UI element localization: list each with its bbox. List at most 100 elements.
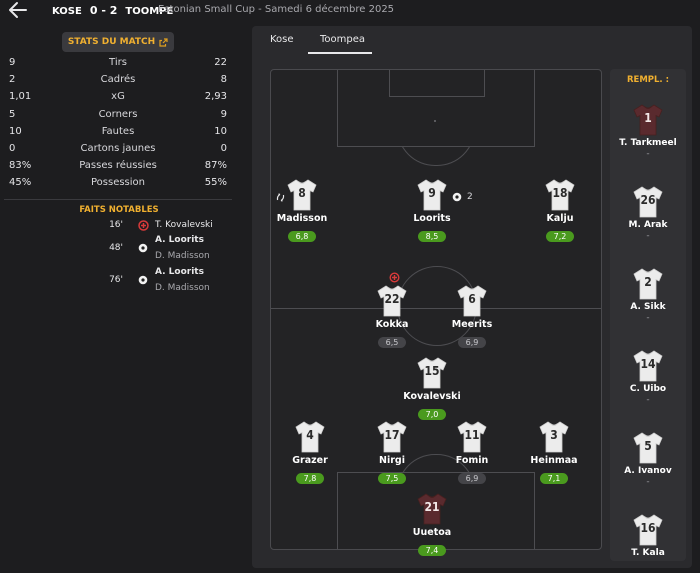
stat-away-value: 87% <box>204 160 227 172</box>
substitute-name: T. Kala <box>631 548 665 558</box>
shirt-number: 18 <box>552 186 568 200</box>
shirt-icon: 4 <box>293 420 327 454</box>
penalty-spot-top <box>434 120 436 122</box>
stat-label: Passes réussies <box>79 160 157 172</box>
arrow-left-icon <box>9 2 27 18</box>
injury-icon <box>138 220 149 234</box>
goals-count: 2 <box>467 192 473 202</box>
shirt-icon: 22 <box>375 284 409 318</box>
substitute-card[interactable]: 26 M. Arak - <box>610 185 686 241</box>
shirt-number: 21 <box>424 500 440 514</box>
player-card[interactable]: 3 Heinmaa 7,1 <box>514 420 594 485</box>
player-card[interactable]: 22 Kokka 6,5 <box>352 284 432 349</box>
shirt-number: 4 <box>306 428 314 442</box>
player-name: Kokka <box>375 319 409 330</box>
player-name: Heinmaa <box>530 455 578 466</box>
ball-icon <box>452 192 462 205</box>
tab-kose[interactable]: Kose <box>270 34 294 45</box>
active-tab-indicator <box>308 52 372 54</box>
player-rating: 7,4 <box>418 545 446 556</box>
shirt-icon: 2 <box>631 267 665 301</box>
goal-area-top <box>389 70 485 97</box>
stat-label: Possession <box>90 177 146 189</box>
scoreline: KOSE 0 - 2 TOOMPE <box>52 4 173 17</box>
player-card[interactable]: 9 Loorits 8,5 <box>392 178 472 243</box>
player-rating: 6,9 <box>458 337 486 348</box>
substitute-card[interactable]: 1 T. Tarkmeel - <box>610 103 686 159</box>
event-assist: D. Madisson <box>155 283 210 293</box>
substitute-rating: - <box>646 231 650 241</box>
player-rating: 7,8 <box>296 473 324 484</box>
ball-icon <box>138 275 148 288</box>
stat-row: 5 Corners 9 <box>9 109 227 126</box>
player-rating: 7,2 <box>546 231 574 242</box>
player-rating: 7,5 <box>378 473 406 484</box>
shirt-number: 17 <box>384 428 400 442</box>
shirt-icon: 6 <box>455 284 489 318</box>
match-stats-button[interactable]: STATS DU MATCH <box>62 32 174 52</box>
substitute-name: C. Uibo <box>629 384 667 394</box>
shirt-icon: 8 <box>285 178 319 212</box>
shirt-number: 2 <box>644 275 652 289</box>
substitute-card[interactable]: 14 C. Uibo - <box>610 349 686 405</box>
event-minute: 76' <box>109 275 123 285</box>
player-card[interactable]: 4 Grazer 7,8 <box>270 420 350 485</box>
divider <box>4 199 232 200</box>
substitute-rating: - <box>646 477 650 487</box>
shirt-number: 6 <box>468 292 476 306</box>
player-card[interactable]: 11 Fomin 6,9 <box>432 420 512 485</box>
stat-row: 1,01 xG 2,93 <box>9 91 227 108</box>
back-button[interactable] <box>8 1 28 19</box>
tab-toompea[interactable]: Toompea <box>320 34 365 45</box>
stat-label: xG <box>111 91 125 103</box>
player-card[interactable]: 8 Madisson 6,8 <box>262 178 342 243</box>
player-card[interactable]: 21 Uuetoa 7,4 <box>392 492 472 557</box>
shirt-icon: 5 <box>631 431 665 465</box>
shirt-number: 22 <box>384 292 400 306</box>
stat-row: 83% Passes réussies 87% <box>9 160 227 177</box>
substitutes-title: REMPL. : <box>626 75 670 85</box>
shirt-number: 9 <box>428 186 436 200</box>
shirt-icon: 3 <box>537 420 571 454</box>
substitute-card[interactable]: 2 A. Sikk - <box>610 267 686 323</box>
substitute-rating: - <box>646 395 650 405</box>
player-name: Meerits <box>451 319 493 330</box>
ball-icon <box>138 243 148 256</box>
shirt-icon: 15 <box>415 356 449 390</box>
shirt-number: 8 <box>298 186 306 200</box>
player-card[interactable]: 15 Kovalevski 7,0 <box>392 356 472 421</box>
substitutes-panel: REMPL. : 1 T. Tarkmeel -26 M. Arak -2 A. Sikk… <box>610 69 686 561</box>
home-team: KOSE <box>52 6 82 17</box>
stat-away-value: 10 <box>214 125 227 137</box>
substitute-card[interactable]: 5 A. Ivanov - <box>610 431 686 487</box>
player-rating: 6,8 <box>288 231 316 242</box>
match-stats-label: STATS DU MATCH <box>67 37 156 47</box>
shirt-icon: 21 <box>415 492 449 526</box>
shirt-icon: 18 <box>543 178 577 212</box>
substitute-card[interactable]: 16 T. Kala <box>610 513 686 559</box>
stat-row: 45% Possession 55% <box>9 177 227 194</box>
stats-panel: STATS DU MATCH 9 Tirs 22 2 Cadrés 8 1,01 xG 2,93… <box>0 22 238 573</box>
player-rating: 6,5 <box>378 337 406 348</box>
shirt-number: 1 <box>644 111 652 125</box>
player-name: Grazer <box>292 455 328 466</box>
substitute-name: T. Tarkmeel <box>619 138 677 148</box>
stat-row: 10 Fautes 10 <box>9 126 227 143</box>
stat-away-value: 2,93 <box>204 91 227 103</box>
player-name: Kovalevski <box>403 391 461 402</box>
shirt-number: 15 <box>424 364 440 378</box>
shirt-number: 16 <box>640 521 656 535</box>
shirt-number: 5 <box>644 439 652 453</box>
player-card[interactable]: 18 Kalju 7,2 <box>520 178 600 243</box>
stat-row: 0 Cartons jaunes 0 <box>9 143 227 160</box>
substitute-name: M. Arak <box>628 220 668 230</box>
player-card[interactable]: 6 Meerits 6,9 <box>432 284 512 349</box>
event-scorer: A. Loorits <box>155 267 204 277</box>
shirt-number: 11 <box>464 428 480 442</box>
competition-date: Estonian Small Cup - Samedi 6 décembre 2… <box>158 4 395 15</box>
shirt-icon: 11 <box>455 420 489 454</box>
player-rating: 8,5 <box>418 231 446 242</box>
player-card[interactable]: 17 Nirgi 7,5 <box>352 420 432 485</box>
event-assist: D. Madisson <box>155 251 210 261</box>
substitute-rating: - <box>646 149 650 159</box>
